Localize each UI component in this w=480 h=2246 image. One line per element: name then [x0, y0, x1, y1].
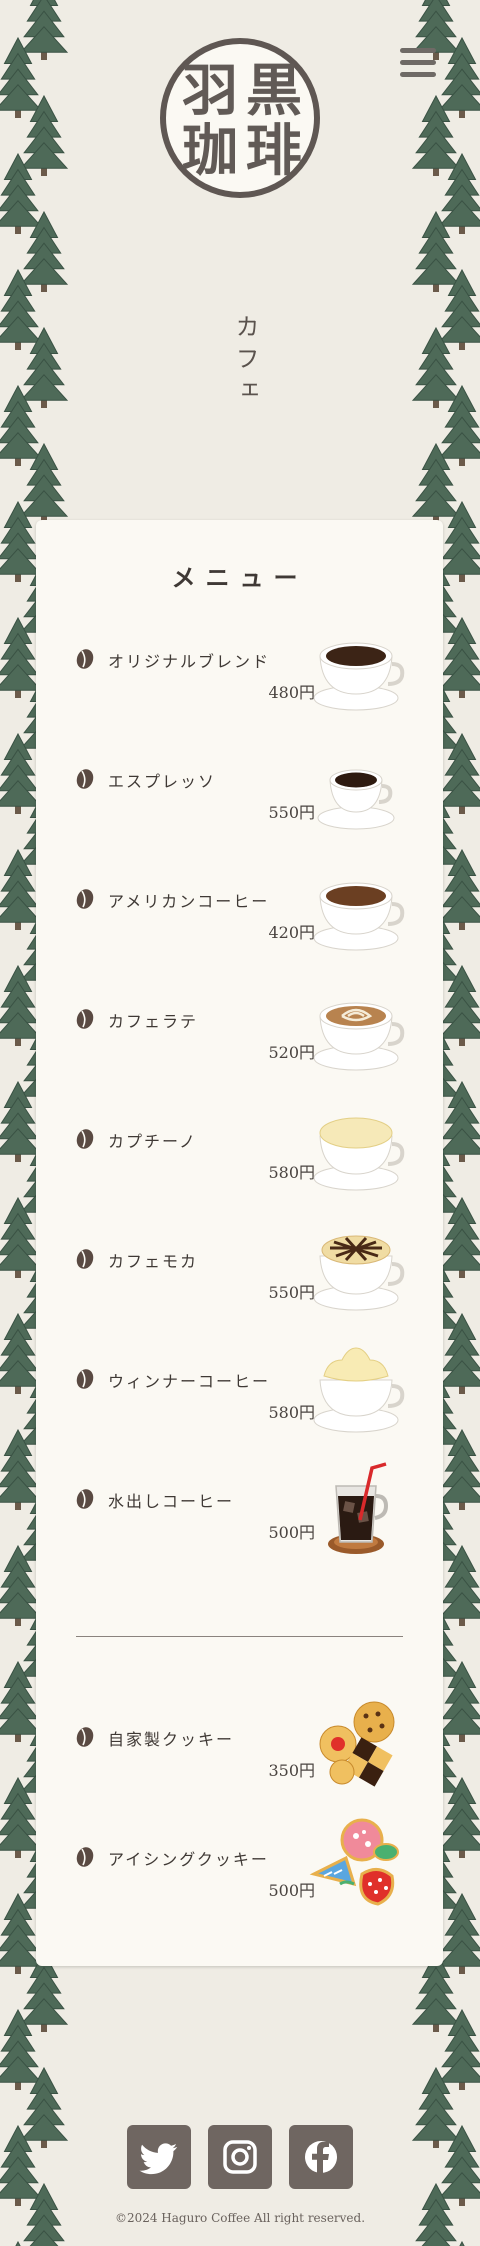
twitter-button[interactable]: [127, 2125, 191, 2189]
logo-char: 羽: [182, 59, 238, 124]
coffee-bean-icon: [76, 1369, 94, 1389]
logo-char: 黒: [246, 59, 302, 124]
hamburger-menu-button[interactable]: [394, 40, 442, 84]
hamburger-icon: [400, 48, 436, 53]
logo-char: 琲: [246, 119, 302, 184]
tree-icon: [19, 0, 69, 60]
vienna-coffee-icon: [313, 1347, 405, 1433]
menu-item: 自家製クッキー 350円: [36, 1698, 443, 1798]
instagram-button[interactable]: [208, 2125, 272, 2189]
coffee-bean-icon: [76, 1249, 94, 1269]
menu-item: エスプレッソ 550円: [36, 740, 443, 840]
coffee-bean-icon: [76, 889, 94, 909]
facebook-button[interactable]: [289, 2125, 353, 2189]
coffee-bean-icon: [76, 649, 94, 669]
menu-item-name: アメリカンコーヒー: [108, 892, 270, 911]
menu-item-name: カプチーノ: [108, 1132, 198, 1151]
american-coffee-icon: [313, 882, 405, 951]
coffee-bean-icon: [76, 1489, 94, 1509]
menu-item-name: ウィンナーコーヒー: [108, 1372, 271, 1391]
menu-item-name: カフェラテ: [108, 1012, 199, 1031]
logo-char: 珈: [182, 119, 238, 184]
coffee-bean-icon: [76, 769, 94, 789]
menu-item: カプチーノ 580円: [36, 1100, 443, 1200]
coffee-bean-icon: [76, 1847, 94, 1867]
menu-item: 水出しコーヒー 500円: [36, 1460, 443, 1560]
menu-item-name: エスプレッソ: [108, 772, 217, 791]
menu-card: メニュー オリジナルブレンド 480円 エスプレッソ 550円 アメリカンコーヒ…: [36, 520, 443, 1966]
twitter-icon: [139, 2143, 178, 2175]
menu-item: ウィンナーコーヒー 580円: [36, 1340, 443, 1440]
section-divider: [76, 1636, 403, 1637]
menu-item-name: 自家製クッキー: [108, 1730, 235, 1749]
menu-item: オリジナルブレンド 480円: [36, 620, 443, 720]
copyright-text: ©2024 Haguro Coffee All right reserved.: [114, 2211, 366, 2225]
menu-item: カフェラテ 520円: [36, 980, 443, 1080]
menu-item-name: 水出しコーヒー: [108, 1492, 235, 1511]
menu-item: カフェモカ 550円: [36, 1220, 443, 1320]
icing-cookies-icon: [309, 1818, 399, 1906]
cappuccino-icon: [313, 1117, 405, 1191]
coffee-bean-icon: [76, 1727, 94, 1747]
iced-coffee-icon: [328, 1462, 389, 1554]
espresso-icon: [317, 769, 395, 830]
coffee-bean-icon: [76, 1129, 94, 1149]
page-title: カフェ: [231, 314, 259, 410]
instagram-icon: [223, 2140, 257, 2174]
latte-icon: [313, 1002, 405, 1071]
menu-item-name: オリジナルブレンド: [108, 652, 271, 671]
menu-item-name: アイシングクッキー: [108, 1850, 269, 1869]
menu-item: アメリカンコーヒー 420円: [36, 860, 443, 960]
social-links: [127, 2125, 353, 2189]
mocha-icon: [313, 1235, 405, 1311]
menu-item-name: カフェモカ: [108, 1252, 199, 1271]
cookies-icon: [319, 1701, 395, 1787]
facebook-icon: [305, 2141, 337, 2175]
blend-coffee-icon: [313, 642, 405, 711]
menu-item: アイシングクッキー 500円: [36, 1818, 443, 1918]
brand-logo[interactable]: 羽 黒 珈 琲: [160, 38, 320, 198]
coffee-bean-icon: [76, 1009, 94, 1029]
menu-title: メニュー: [171, 563, 308, 592]
